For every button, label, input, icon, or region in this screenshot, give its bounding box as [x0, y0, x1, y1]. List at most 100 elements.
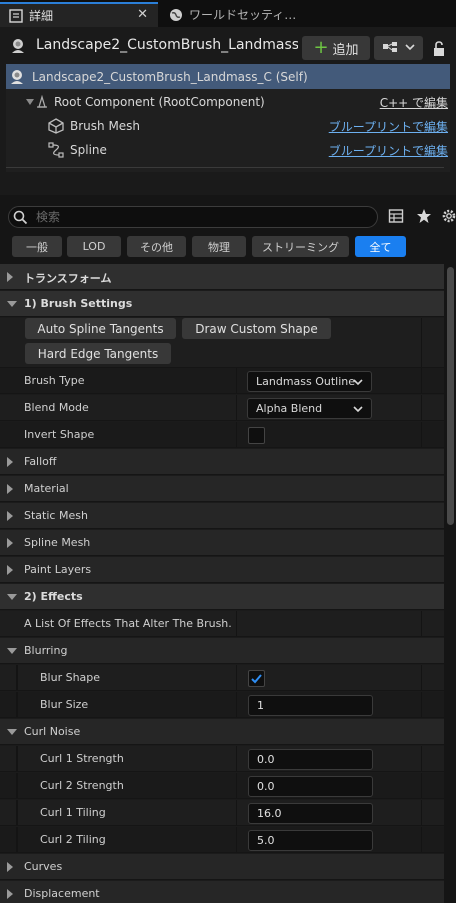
column-divider — [421, 368, 422, 393]
column-divider — [236, 773, 237, 798]
prop-label: Curl 2 Tiling — [40, 833, 106, 846]
globe-icon — [168, 7, 184, 23]
mesh-icon — [48, 118, 64, 134]
search-box[interactable] — [8, 206, 378, 228]
lock-icon[interactable] — [432, 41, 448, 57]
section-label: Curl Noise — [24, 725, 81, 738]
add-component-label: 追加 — [332, 42, 359, 58]
column-divider — [421, 827, 422, 852]
section-material[interactable]: Material — [0, 476, 444, 502]
details-header: Landscape2_CustomBrush_Landmass + 追加 Lan… — [0, 27, 456, 195]
indent-guide — [16, 800, 18, 825]
blur-shape-checkbox[interactable] — [248, 670, 265, 687]
blur-size-field[interactable]: 1 — [248, 695, 373, 716]
column-divider — [236, 665, 237, 690]
search-icon — [13, 210, 28, 225]
tree-item-spline[interactable]: Spline ブループリントで編集 — [6, 138, 450, 162]
column-divider — [421, 422, 422, 447]
prop-label: Curl 1 Strength — [40, 752, 124, 765]
tab-world-settings[interactable]: ワールドセッティ… — [160, 2, 300, 27]
section-displacement[interactable]: Displacement — [0, 881, 444, 903]
brush-type-dropdown[interactable]: Landmass Outline — [247, 371, 372, 392]
expand-arrow-icon — [7, 457, 13, 467]
expand-arrow-icon — [7, 272, 13, 282]
blend-mode-dropdown[interactable]: Alpha Blend — [247, 398, 372, 419]
curl2-tiling-field[interactable]: 5.0 — [248, 830, 373, 851]
chevron-down-icon — [353, 377, 363, 387]
indent-guide — [16, 746, 18, 771]
section-blurring[interactable]: Blurring — [0, 638, 444, 664]
prop-curl2-tiling: Curl 2 Tiling 5.0 — [0, 827, 444, 853]
section-label: Curves — [24, 860, 63, 873]
section-falloff[interactable]: Falloff — [0, 449, 444, 475]
section-curves[interactable]: Curves — [0, 854, 444, 880]
scrollbar-thumb[interactable] — [447, 267, 454, 525]
section-curl-noise[interactable]: Curl Noise — [0, 719, 444, 745]
filter-all[interactable]: 全て — [355, 236, 406, 257]
prop-effects-description: A List Of Effects That Alter The Brush. — [0, 611, 444, 637]
tab-details-label: 詳細 — [29, 9, 54, 23]
edit-in-blueprint-link[interactable]: ブループリントで編集 — [329, 142, 448, 159]
indent-guide — [16, 827, 18, 852]
star-icon[interactable] — [416, 208, 432, 224]
curl1-strength-field[interactable]: 0.0 — [248, 749, 373, 770]
tree-item-root-component[interactable]: Root Component (RootComponent) C++ で編集 — [6, 90, 450, 114]
filter-streaming[interactable]: ストリーミング — [252, 236, 349, 257]
curl1-tiling-field[interactable]: 16.0 — [248, 803, 373, 824]
component-icon — [25, 95, 49, 109]
filter-physics[interactable]: 物理 — [192, 236, 246, 257]
category-brush-settings[interactable]: 1) Brush Settings — [0, 291, 444, 317]
section-spline-mesh[interactable]: Spline Mesh — [0, 530, 444, 556]
column-divider — [421, 318, 422, 367]
prop-blend-mode: Blend Mode Alpha Blend — [0, 395, 444, 421]
tab-details[interactable]: 詳細 ✕ — [0, 2, 158, 27]
add-component-button[interactable]: + 追加 — [302, 36, 370, 60]
indent-guide — [16, 773, 18, 798]
brush-type-value: Landmass Outline — [256, 375, 356, 388]
section-label: Displacement — [24, 887, 100, 900]
gear-icon[interactable] — [441, 208, 456, 224]
blueprint-options-button[interactable] — [374, 36, 423, 60]
filter-other[interactable]: その他 — [127, 236, 186, 257]
category-effects[interactable]: 2) Effects — [0, 584, 444, 610]
column-divider — [421, 395, 422, 420]
auto-spline-tangents-button[interactable]: Auto Spline Tangents — [25, 318, 176, 339]
section-static-mesh[interactable]: Static Mesh — [0, 503, 444, 529]
close-icon[interactable]: ✕ — [137, 7, 148, 22]
collapse-arrow-icon — [7, 648, 17, 654]
section-paint-layers[interactable]: Paint Layers — [0, 557, 444, 583]
tree-item-root-component-label: Root Component (RootComponent) — [54, 95, 265, 109]
filter-lod[interactable]: LOD — [67, 236, 121, 257]
collapse-arrow-icon — [7, 594, 17, 600]
search-input[interactable] — [36, 208, 366, 226]
category-label: 2) Effects — [24, 590, 83, 603]
draw-custom-shape-button[interactable]: Draw Custom Shape — [182, 318, 331, 339]
filter-general[interactable]: 一般 — [12, 236, 62, 257]
prop-label: Brush Type — [24, 374, 85, 387]
column-divider — [236, 611, 237, 636]
column-divider — [236, 746, 237, 771]
details-icon — [8, 8, 24, 24]
hard-edge-tangents-button[interactable]: Hard Edge Tangents — [25, 343, 171, 364]
prop-curl2-strength: Curl 2 Strength 0.0 — [0, 773, 444, 799]
grid-icon[interactable] — [388, 208, 404, 224]
invert-shape-checkbox[interactable] — [248, 427, 265, 444]
actor-icon — [9, 69, 25, 85]
column-divider — [421, 611, 422, 636]
category-transform[interactable]: トランスフォーム — [0, 264, 444, 290]
prop-curl1-tiling: Curl 1 Tiling 16.0 — [0, 800, 444, 826]
curl2-strength-field[interactable]: 0.0 — [248, 776, 373, 797]
expand-arrow-icon — [7, 484, 13, 494]
tab-bar: 詳細 ✕ ワールドセッティ… — [0, 0, 456, 27]
edit-in-cpp-link[interactable]: C++ で編集 — [380, 94, 448, 111]
tree-divider — [6, 167, 444, 168]
edit-in-blueprint-link[interactable]: ブループリントで編集 — [329, 118, 448, 135]
prop-label: Invert Shape — [24, 428, 95, 441]
expand-arrow-icon — [7, 565, 13, 575]
tree-item-brush-mesh[interactable]: Brush Mesh ブループリントで編集 — [6, 114, 450, 138]
plus-icon: + — [313, 37, 329, 58]
column-divider — [421, 746, 422, 771]
prop-blur-size: Blur Size 1 — [0, 692, 444, 718]
tree-item-self[interactable]: Landscape2_CustomBrush_Landmass_C (Self) — [6, 64, 450, 89]
indent-guide — [16, 692, 18, 717]
